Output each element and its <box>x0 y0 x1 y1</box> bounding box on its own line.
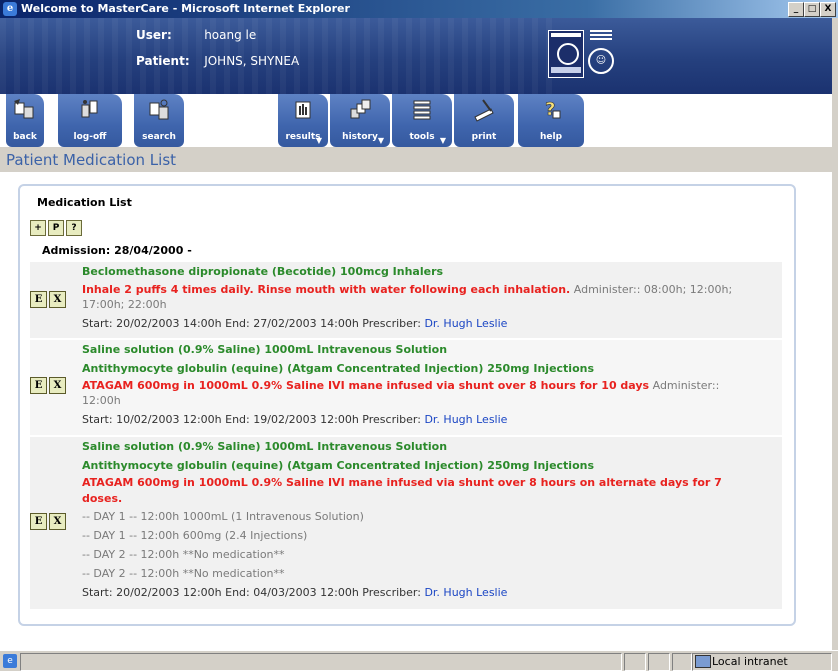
delete-medication-button[interactable]: X <box>49 513 66 530</box>
delete-medication-button[interactable]: X <box>49 291 66 308</box>
history-icon <box>350 99 371 119</box>
medication-details: Saline solution (0.9% Saline) 1000mL Int… <box>82 340 776 429</box>
dose-schedule-item: -- DAY 1 -- 12:00h 600mg (2.4 Injections… <box>82 529 308 542</box>
status-message-cell <box>20 653 622 671</box>
search-icon <box>149 99 169 120</box>
results-icon <box>295 101 311 119</box>
local-intranet-icon <box>695 655 711 668</box>
close-button[interactable]: X <box>820 2 836 17</box>
medication-name: Saline solution (0.9% Saline) 1000mL Int… <box>82 440 448 453</box>
print-medication-button[interactable]: P <box>48 220 64 236</box>
header-banner: User: hoang le Patient: JOHNS, SHYNEA ☺ <box>0 18 838 94</box>
minimize-button[interactable]: _ <box>788 2 804 17</box>
status-cell <box>624 653 646 671</box>
medication-details: Beclomethasone dipropionate (Becotide) 1… <box>82 262 776 333</box>
tab-log-off-label: log-off <box>73 132 107 142</box>
log-off-icon <box>81 100 98 118</box>
edit-medication-button[interactable]: E <box>30 513 47 530</box>
panel-title: Medication List <box>37 196 132 209</box>
maximize-button[interactable]: □ <box>804 2 820 17</box>
medication-item: EX Beclomethasone dipropionate (Becotide… <box>30 262 782 338</box>
tab-search-label: search <box>142 132 176 142</box>
tab-search[interactable]: search <box>134 94 184 147</box>
medication-dates: Start: 20/02/2003 12:00h End: 04/03/2003… <box>82 586 421 599</box>
window-right-edge <box>832 18 838 650</box>
page-title: Patient Medication List <box>6 151 177 169</box>
womens-hospital-logo <box>548 30 584 78</box>
dose-schedule-item: -- DAY 1 -- 12:00h 1000mL (1 Intravenous… <box>82 510 364 523</box>
page-status-icon: e <box>3 654 17 668</box>
back-icon <box>14 99 34 119</box>
royal-childrens-hospital-logo: ☺ <box>588 30 614 76</box>
user-value: hoang le <box>204 28 257 42</box>
tab-help-label: help <box>539 132 563 142</box>
tab-help[interactable]: ? help <box>518 94 584 147</box>
patient-label: Patient: <box>136 54 190 68</box>
medication-item: EX Saline solution (0.9% Saline) 1000mL … <box>30 437 782 609</box>
tab-back[interactable]: back <box>6 94 44 147</box>
add-medication-button[interactable]: + <box>30 220 46 236</box>
window-title: Welcome to MasterCare - Microsoft Intern… <box>21 2 350 15</box>
tab-print-label: print <box>471 132 497 142</box>
status-cell <box>648 653 670 671</box>
user-label: User: <box>136 28 172 42</box>
help-icon: ? <box>545 99 561 120</box>
medication-list-panel: Medication List + P? Admission: 28/04/200… <box>18 184 796 626</box>
toolbar: back log-off search results ▼ history ▼ … <box>0 94 838 147</box>
prescriber-link[interactable]: Dr. Hugh Leslie <box>424 586 507 599</box>
medication-instruction-continued: doses. <box>82 492 123 505</box>
medication-instruction: ATAGAM 600mg in 1000mL 0.9% Saline IVI m… <box>82 379 650 392</box>
tab-results[interactable]: results ▼ <box>278 94 328 147</box>
app-header: User: hoang le Patient: JOHNS, SHYNEA ☺ … <box>0 18 838 147</box>
tab-print[interactable]: print <box>454 94 514 147</box>
print-icon <box>474 99 494 122</box>
medication-name: Antithymocyte globulin (equine) (Atgam C… <box>82 362 595 375</box>
admission-header: Admission: 28/04/2000 - <box>42 244 192 257</box>
help-medication-button[interactable]: ? <box>66 220 82 236</box>
history-dropdown-icon: ▼ <box>377 136 384 145</box>
medication-details: Saline solution (0.9% Saline) 1000mL Int… <box>82 437 776 602</box>
administer-times-continued: 12:00h <box>82 394 121 407</box>
results-dropdown-icon: ▼ <box>315 136 322 145</box>
patient-info: Patient: JOHNS, SHYNEA <box>136 54 299 68</box>
edit-medication-button[interactable]: E <box>30 377 47 394</box>
dose-schedule-item: -- DAY 2 -- 12:00h **No medication** <box>82 548 285 561</box>
medication-name: Antithymocyte globulin (equine) (Atgam C… <box>82 459 595 472</box>
medication-row-buttons: EX <box>30 377 76 394</box>
medication-name: Saline solution (0.9% Saline) 1000mL Int… <box>82 343 448 356</box>
tab-tools[interactable]: tools ▼ <box>392 94 452 147</box>
user-info: User: hoang le <box>136 28 256 42</box>
medication-row-buttons: EX <box>30 291 76 308</box>
edit-medication-button[interactable]: E <box>30 291 47 308</box>
medication-dates: Start: 10/02/2003 12:00h End: 19/02/2003… <box>82 413 421 426</box>
administer-times: Administer:: 08:00h; 12:00h; <box>573 283 733 296</box>
status-cell <box>672 653 692 671</box>
status-bar: e Local intranet <box>0 650 838 671</box>
delete-medication-button[interactable]: X <box>49 377 66 394</box>
security-zone: Local intranet <box>712 655 788 668</box>
medication-instruction: Inhale 2 puffs 4 times daily. Rinse mout… <box>82 283 571 296</box>
medication-item: EX Saline solution (0.9% Saline) 1000mL … <box>30 340 782 435</box>
administer-times-continued: 17:00h; 22:00h <box>82 298 167 311</box>
tools-dropdown-icon: ▼ <box>439 136 446 145</box>
panel-action-buttons: + P? <box>30 220 84 236</box>
window-titlebar: e Welcome to MasterCare - Microsoft Inte… <box>0 0 838 18</box>
prescriber-link[interactable]: Dr. Hugh Leslie <box>424 413 507 426</box>
tab-log-off[interactable]: log-off <box>58 94 122 147</box>
dose-schedule-item: -- DAY 2 -- 12:00h **No medication** <box>82 567 285 580</box>
medication-row-buttons: EX <box>30 513 76 530</box>
internet-explorer-icon: e <box>3 2 17 16</box>
medication-dates: Start: 20/02/2003 14:00h End: 27/02/2003… <box>82 317 421 330</box>
tools-icon <box>413 100 431 120</box>
administer-times: Administer:: <box>652 379 720 392</box>
tab-history[interactable]: history ▼ <box>330 94 390 147</box>
prescriber-link[interactable]: Dr. Hugh Leslie <box>424 317 507 330</box>
tab-back-label: back <box>13 132 37 142</box>
patient-value: JOHNS, SHYNEA <box>204 54 300 68</box>
medication-name: Beclomethasone dipropionate (Becotide) 1… <box>82 265 444 278</box>
medication-instruction: ATAGAM 600mg in 1000mL 0.9% Saline IVI m… <box>82 476 722 489</box>
